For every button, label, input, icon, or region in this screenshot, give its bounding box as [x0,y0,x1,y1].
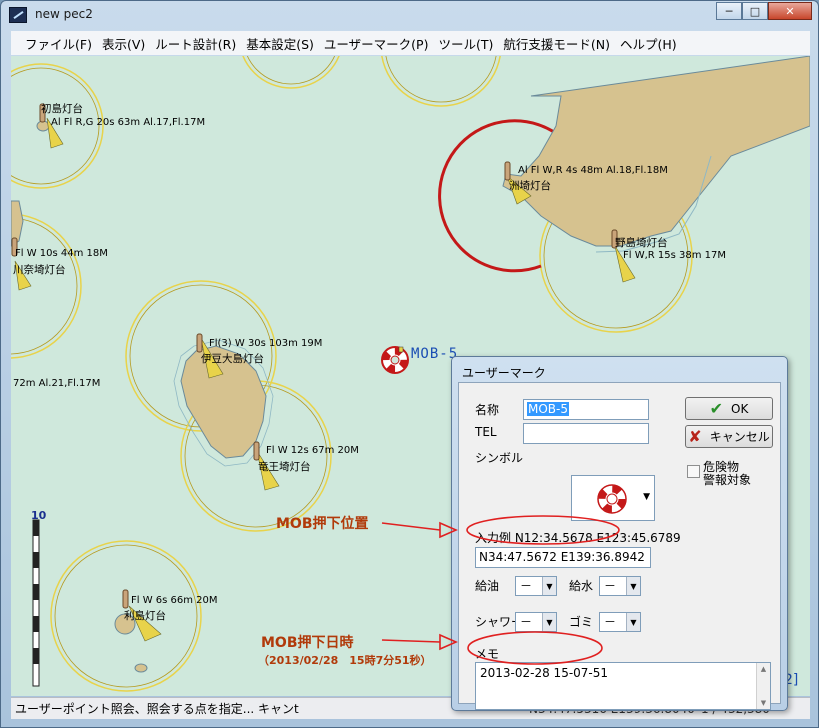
annotation-datetime: MOB押下日時 [261,635,354,651]
scroll-up-icon[interactable]: ▲ [761,665,766,673]
menu-view[interactable]: 表示(V) [102,34,145,53]
suzaki-light: Al Fl W,R 4s 48m Al.18,Fl.18M [518,165,668,176]
example-label: 入力例 N12:34.5678 E123:45.6789 [475,531,681,545]
symbol-select[interactable]: ▼ [571,475,655,521]
name-field[interactable]: MOB-5 [523,399,649,420]
hatsushima-name: 初島灯台 [41,103,83,115]
close-button[interactable]: ✕ [768,2,812,20]
nojima-name: 野島埼灯台 [615,237,668,249]
app-icon [9,7,27,23]
trash-select[interactable]: － ▼ [599,612,641,632]
water-value: － [604,579,617,593]
hatsushima-light: Al Fl R,G 20s 63m Al.17,Fl.17M [51,117,206,128]
fuel-select[interactable]: － ▼ [515,576,557,596]
menu-file[interactable]: ファイル(F) [25,34,92,53]
fuel-value: － [520,579,533,593]
cancel-label: キャンセル [709,430,770,444]
fuel-label: 給油 [475,579,500,593]
trash-value: － [604,615,617,629]
shower-value: － [520,615,533,629]
tel-label: TEL [475,425,497,439]
menu-bar: ファイル(F) 表示(V) ルート設計(R) 基本設定(S) ユーザーマーク(P… [11,31,810,55]
ok-button[interactable]: ✔ OK [685,397,773,420]
tel-field[interactable] [523,423,649,444]
cancel-button[interactable]: ✘ キャンセル [685,425,773,448]
scale-number: 10 [31,509,47,522]
window-title: new pec2 [35,7,93,21]
nojima-light: Fl W,R 15s 38m 17M [623,250,727,261]
kawana-name: 川奈埼灯台 [13,264,66,276]
trash-label: ゴミ [569,615,594,629]
menu-settings[interactable]: 基本設定(S) [246,34,314,53]
kawana-light: Fl W 10s 44m 18M [15,248,108,259]
maximize-button[interactable]: □ [742,2,768,20]
menu-route-design[interactable]: ルート設計(R) [155,34,236,53]
chevron-down-icon: ▼ [542,577,556,595]
life-ring-icon [597,484,627,514]
toshima-name: 利島灯台 [124,610,166,622]
life-ring-icon [381,346,409,374]
memo-scrollbar[interactable]: ▲ ▼ [756,663,770,709]
ok-check-icon: ✔ [709,399,724,418]
chevron-down-icon: ▼ [626,613,640,631]
name-label: 名称 [475,403,500,417]
toshima-light: Fl W 6s 66m 20M [131,595,218,606]
shower-select[interactable]: － ▼ [515,612,557,632]
ryuo-name: 竜王埼灯台 [258,461,311,473]
annotation-position: MOB押下位置 [276,516,369,532]
ok-label: OK [731,401,749,416]
status-message: ユーザーポイント照会、照会する点を指定... キャンt [15,702,299,716]
danger-label-line2: 警報対象 [703,473,752,487]
menu-tools[interactable]: ツール(T) [438,34,493,53]
scroll-down-icon[interactable]: ▼ [761,699,766,707]
menu-user-mark[interactable]: ユーザーマーク(P) [324,34,429,53]
water-select[interactable]: － ▼ [599,576,641,596]
ryuo-light: Fl W 12s 67m 20M [266,445,359,456]
memo-label: メモ [475,647,500,661]
cancel-x-icon: ✘ [688,427,702,446]
dialog-body: 名称 MOB-5 TEL シンボル ▼ ✔ OK ✘ キャンセル 危険物 警報対… [458,382,781,710]
left-partial-light: 72m Al.21,Fl.17M [13,378,101,389]
annotation-datetime-detail: （2013/02/28 15時7分51秒） [258,654,432,667]
position-field[interactable]: N34:47.5672 E139:36.8942 [475,547,651,568]
chevron-down-icon: ▼ [626,577,640,595]
danger-label: 危険物 警報対象 [703,461,751,487]
minimize-button[interactable]: ─ [716,2,742,20]
chevron-down-icon: ▼ [542,613,556,631]
water-label: 給水 [569,579,594,593]
memo-value: 2013-02-28 15-07-51 [480,666,609,680]
memo-field[interactable]: 2013-02-28 15-07-51 ▲ ▼ [475,662,771,710]
dialog-title: ユーザーマーク [462,366,546,380]
user-mark-dialog: ユーザーマーク 名称 MOB-5 TEL シンボル ▼ ✔ OK ✘ キャンセル… [451,356,788,711]
chevron-down-icon: ▼ [643,492,650,502]
danger-checkbox[interactable] [687,465,700,478]
menu-navigation-mode[interactable]: 航行支援モード(N) [503,34,610,53]
symbol-label: シンボル [475,451,524,465]
title-bar[interactable]: new pec2 ─ □ ✕ [1,1,818,29]
oshima-light: Fl(3) W 30s 103m 19M [209,338,323,349]
oshima-name: 伊豆大島灯台 [201,353,264,365]
name-value: MOB-5 [527,402,569,416]
suzaki-name: 洲埼灯台 [509,180,551,192]
menu-help[interactable]: ヘルプ(H) [620,34,677,53]
